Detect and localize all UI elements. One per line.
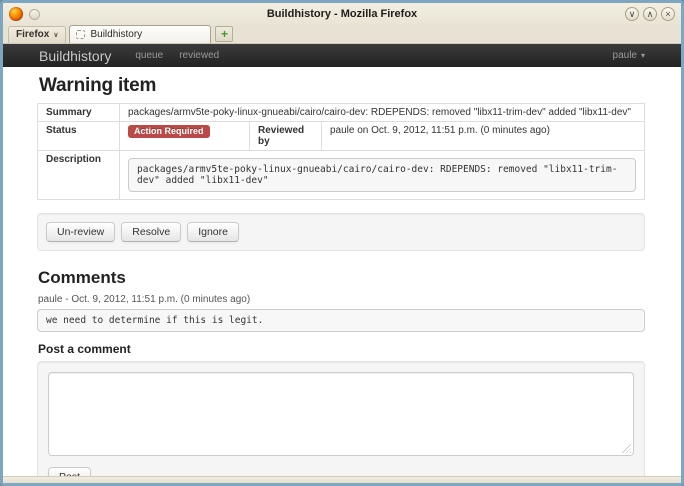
comment-body: we need to determine if this is legit. bbox=[37, 309, 645, 332]
app-navbar: Buildhistory queue reviewed paule ▾ bbox=[3, 44, 681, 67]
resolve-button[interactable]: Resolve bbox=[121, 222, 181, 242]
summary-label: Summary bbox=[38, 104, 120, 122]
comment-meta: paule - Oct. 9, 2012, 11:51 p.m. (0 minu… bbox=[38, 294, 645, 305]
reviewed-by-value: paule on Oct. 9, 2012, 11:51 p.m. (0 min… bbox=[322, 122, 645, 151]
chevron-down-icon: ∨ bbox=[53, 31, 58, 39]
warning-details-table: Summary packages/armv5te-poky-linux-gnue… bbox=[37, 103, 645, 200]
post-comment-well: Post bbox=[37, 361, 645, 476]
status-label: Status bbox=[38, 122, 120, 151]
comments-heading: Comments bbox=[38, 268, 645, 288]
firefox-logo-icon bbox=[9, 7, 23, 21]
firefox-window: Buildhistory - Mozilla Firefox ∨ ∧ × Fir… bbox=[0, 0, 684, 486]
tab-strip: Firefox ∨ Buildhistory + bbox=[3, 25, 681, 44]
firefox-menu-button[interactable]: Firefox ∨ bbox=[8, 26, 66, 43]
description-cell: packages/armv5te-poky-linux-gnueabi/cair… bbox=[120, 151, 645, 200]
user-menu[interactable]: paule ▾ bbox=[613, 50, 645, 61]
table-row-description: Description packages/armv5te-poky-linux-… bbox=[38, 151, 645, 200]
tab-buildhistory[interactable]: Buildhistory bbox=[69, 25, 211, 43]
un-review-button[interactable]: Un-review bbox=[46, 222, 115, 242]
page-content: Warning item Summary packages/armv5te-po… bbox=[3, 67, 681, 476]
tab-title: Buildhistory bbox=[90, 29, 142, 40]
actions-well: Un-review Resolve Ignore bbox=[37, 213, 645, 251]
window-controls: ∨ ∧ × bbox=[625, 7, 675, 21]
reviewed-by-label: Reviewed by bbox=[250, 122, 322, 151]
post-button[interactable]: Post bbox=[48, 467, 91, 476]
user-menu-label: paule bbox=[613, 50, 637, 61]
window-bottom-edge bbox=[3, 476, 681, 483]
comment-textarea[interactable] bbox=[48, 372, 634, 456]
firefox-menu-label: Firefox bbox=[16, 29, 49, 40]
titlebar-menu-button[interactable] bbox=[29, 9, 40, 20]
description-code: packages/armv5te-poky-linux-gnueabi/cair… bbox=[128, 158, 636, 192]
status-badge: Action Required bbox=[128, 125, 210, 138]
table-row-status: Status Action Required Reviewed by paule… bbox=[38, 122, 645, 151]
navbar-brand[interactable]: Buildhistory bbox=[39, 48, 111, 64]
close-icon[interactable]: × bbox=[661, 7, 675, 21]
description-label: Description bbox=[38, 151, 120, 200]
favicon-placeholder-icon bbox=[76, 30, 85, 39]
post-comment-heading: Post a comment bbox=[38, 342, 645, 356]
nav-link-reviewed[interactable]: reviewed bbox=[179, 50, 219, 61]
status-cell: Action Required bbox=[120, 122, 250, 151]
new-tab-button[interactable]: + bbox=[215, 26, 233, 42]
nav-link-queue[interactable]: queue bbox=[135, 50, 163, 61]
caret-down-icon: ▾ bbox=[641, 51, 645, 60]
page-title: Warning item bbox=[39, 75, 645, 97]
maximize-icon[interactable]: ∧ bbox=[643, 7, 657, 21]
minimize-icon[interactable]: ∨ bbox=[625, 7, 639, 21]
table-row-summary: Summary packages/armv5te-poky-linux-gnue… bbox=[38, 104, 645, 122]
summary-value: packages/armv5te-poky-linux-gnueabi/cair… bbox=[120, 104, 645, 122]
ignore-button[interactable]: Ignore bbox=[187, 222, 239, 242]
window-title: Buildhistory - Mozilla Firefox bbox=[3, 8, 681, 20]
window-titlebar: Buildhistory - Mozilla Firefox ∨ ∧ × bbox=[3, 3, 681, 25]
